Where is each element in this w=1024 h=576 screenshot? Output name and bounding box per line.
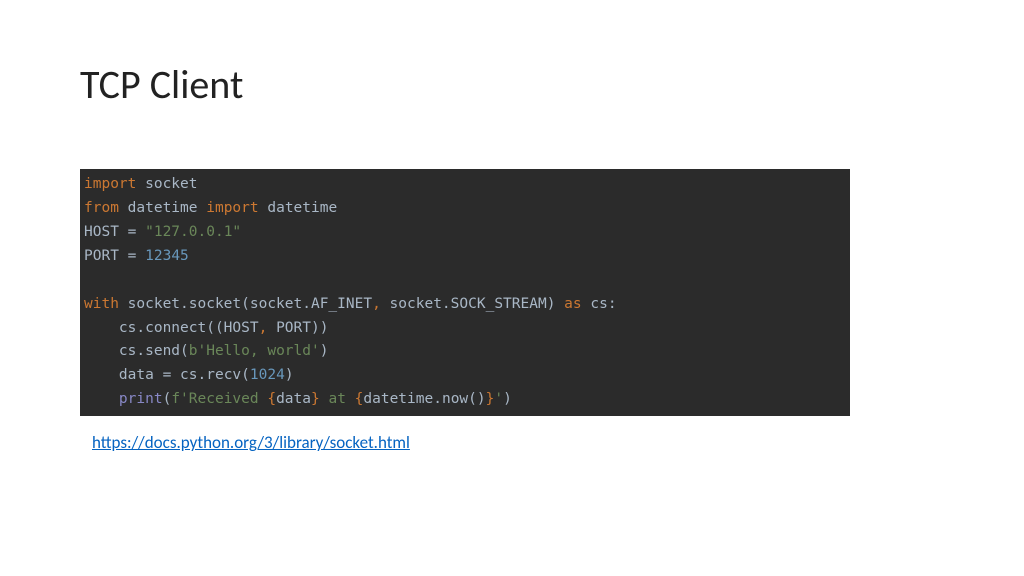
expr-socket: socket.socket(socket.AF_INET — [119, 296, 372, 312]
kw-import: import — [84, 176, 136, 192]
var-host: HOST — [84, 224, 128, 240]
slide-container: TCP Client import socket from datetime i… — [0, 0, 1024, 493]
num-1024: 1024 — [250, 367, 285, 383]
builtin-print: print — [119, 391, 163, 407]
code-block: import socket from datetime import datet… — [80, 169, 850, 416]
fstr-2: at — [320, 391, 355, 407]
str-host: "127.0.0.1" — [136, 224, 241, 240]
kw-import2: import — [206, 200, 258, 216]
module-socket: socket — [136, 176, 197, 192]
paren-open: ( — [163, 391, 172, 407]
stmt-connect-b: PORT)) — [267, 320, 328, 336]
f-data: data — [276, 391, 311, 407]
kw-as: as — [564, 296, 581, 312]
slide-title: TCP Client — [80, 60, 944, 109]
stmt-recv-c: ) — [285, 367, 294, 383]
var-cs: cs: — [582, 296, 617, 312]
fbrace-close1: } — [311, 391, 320, 407]
eq3: = — [163, 367, 172, 383]
link-row: https://docs.python.org/3/library/socket… — [80, 432, 944, 453]
kw-from: from — [84, 200, 119, 216]
stmt-send-b: ) — [320, 343, 329, 359]
comma1: , — [372, 296, 381, 312]
fstr-1: f'Received — [171, 391, 267, 407]
var-port: PORT — [84, 248, 128, 264]
fbrace-open1: { — [267, 391, 276, 407]
str-hello: b'Hello, world' — [189, 343, 320, 359]
expr-sockstream: socket.SOCK_STREAM) — [381, 296, 564, 312]
f-datetime-now: datetime.now() — [363, 391, 485, 407]
sp — [136, 248, 145, 264]
module-datetime2: datetime — [259, 200, 338, 216]
stmt-recv-b: cs.recv( — [171, 367, 250, 383]
num-port: 12345 — [145, 248, 189, 264]
stmt-recv-a: data — [84, 367, 163, 383]
stmt-connect-a: cs.connect((HOST — [84, 320, 259, 336]
docs-link[interactable]: https://docs.python.org/3/library/socket… — [92, 432, 410, 453]
kw-with: with — [84, 296, 119, 312]
module-datetime1: datetime — [119, 200, 206, 216]
indent — [84, 391, 119, 407]
stmt-send-a: cs.send( — [84, 343, 189, 359]
paren-close: ) — [503, 391, 512, 407]
fstr-3: ' — [494, 391, 503, 407]
